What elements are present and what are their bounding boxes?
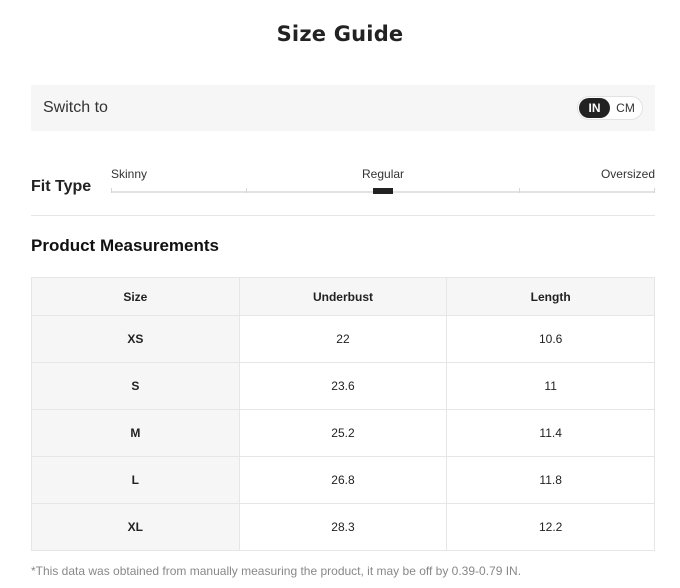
fit-scale-notch: [111, 188, 112, 193]
fit-scale-notch: [519, 188, 520, 193]
section-divider: [31, 215, 655, 216]
table-row: XL 28.3 12.2: [31, 503, 655, 551]
table-row: XS 22 10.6: [31, 315, 655, 363]
switch-label: Switch to: [43, 99, 108, 116]
fit-scale-notch: [246, 188, 247, 193]
unit-option-in[interactable]: IN: [579, 98, 610, 118]
fit-scale-skinny: Skinny: [111, 167, 148, 181]
unit-option-cm[interactable]: CM: [610, 98, 641, 118]
length-cell: 12.2: [446, 503, 655, 551]
size-cell: M: [31, 409, 240, 457]
fit-scale-notch: [654, 188, 655, 193]
column-header-underbust: Underbust: [238, 277, 448, 316]
table-row: L 26.8 11.8: [31, 456, 655, 504]
underbust-cell: 22: [238, 315, 448, 363]
unit-toggle[interactable]: IN CM: [577, 96, 643, 120]
measurements-title: Product Measurements: [31, 236, 219, 255]
length-cell: 11.4: [446, 409, 655, 457]
size-cell: XL: [31, 503, 240, 551]
unit-switch-bar: Switch to IN CM: [31, 85, 655, 131]
underbust-cell: 23.6: [238, 362, 448, 410]
fit-type-label: Fit Type: [31, 178, 92, 195]
fit-scale-oversized: Oversized: [600, 167, 655, 181]
table-header-row: Size Underbust Length: [31, 277, 655, 316]
column-header-size: Size: [31, 277, 240, 316]
measurements-table: Size Underbust Length XS 22 10.6 S 23.6 …: [31, 277, 655, 551]
page-title: Size Guide: [276, 22, 404, 46]
fit-scale-regular: Regular: [362, 167, 405, 181]
measurement-disclaimer: *This data was obtained from manually me…: [31, 564, 522, 578]
table-row: S 23.6 11: [31, 362, 655, 410]
fit-scale-marker: [373, 188, 393, 194]
length-cell: 10.6: [446, 315, 655, 363]
size-cell: L: [31, 456, 240, 504]
underbust-cell: 26.8: [238, 456, 448, 504]
size-cell: S: [31, 362, 240, 410]
length-cell: 11.8: [446, 456, 655, 504]
underbust-cell: 28.3: [238, 503, 448, 551]
column-header-length: Length: [446, 277, 655, 316]
table-row: M 25.2 11.4: [31, 409, 655, 457]
underbust-cell: 25.2: [238, 409, 448, 457]
size-cell: XS: [31, 315, 240, 363]
length-cell: 11: [446, 362, 655, 410]
